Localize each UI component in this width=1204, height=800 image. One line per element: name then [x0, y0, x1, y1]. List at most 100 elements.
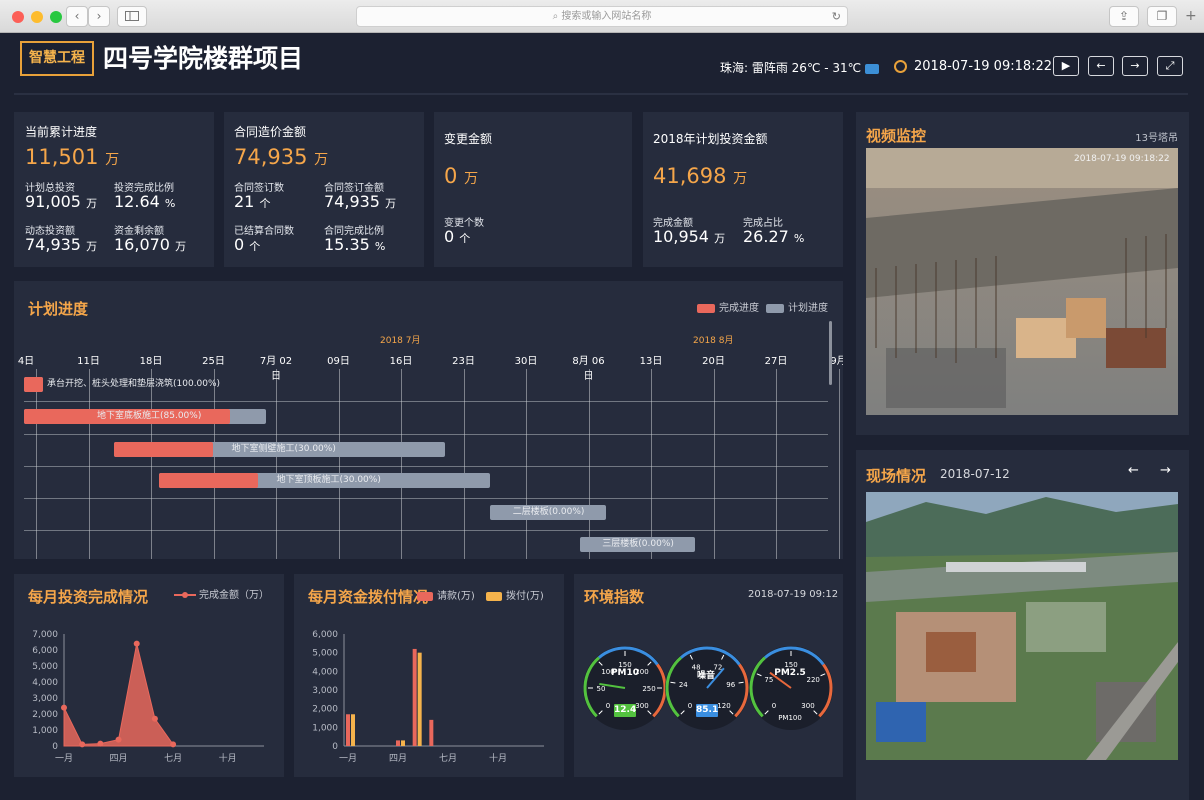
stat-value: 21 个 — [234, 192, 271, 211]
gantt-day-label: 09日 — [327, 356, 350, 367]
minimize-window-button[interactable] — [31, 11, 43, 23]
y-tick-label: 5,000 — [32, 662, 58, 672]
invest-point — [79, 741, 86, 748]
video-timestamp: 2018-07-19 09:18:22 — [1074, 154, 1170, 164]
y-tick-label: 3,000 — [312, 686, 338, 696]
gantt-done-bar[interactable] — [114, 442, 214, 457]
stat-panel-change: 变更金额 0 万 变更个数 0 个 — [434, 112, 632, 267]
stat-value: 16,070 万 — [114, 235, 187, 254]
stat-big-value: 41,698 万 — [653, 164, 748, 188]
x-tick-label: 四月 — [389, 753, 407, 764]
stat-title: 当前累计进度 — [25, 125, 98, 139]
back-button[interactable]: ‹ — [66, 6, 88, 27]
stat-panel-progress: 当前累计进度 11,501 万 计划总投资 91,005 万 投资完成比例 12… — [14, 112, 214, 267]
x-tick-label: 十月 — [489, 752, 507, 764]
fund-bar — [346, 714, 350, 746]
y-tick-label: 4,000 — [32, 678, 58, 688]
site-photo[interactable] — [866, 492, 1178, 760]
weather-text: 珠海: 雷阵雨 26℃ - 31℃ — [720, 59, 880, 76]
legend-label: 完成进度 — [719, 303, 759, 314]
play-button[interactable]: ▶ — [1053, 56, 1079, 76]
clock-icon — [894, 60, 907, 73]
x-tick-label: 七月 — [439, 753, 457, 764]
gantt-vgrid — [838, 369, 840, 559]
fund-bar — [351, 714, 355, 746]
stat-title: 2018年计划投资金额 — [653, 132, 768, 146]
stat-value: 0 个 — [234, 235, 261, 254]
stat-value: 74,935 万 — [324, 192, 397, 211]
stat-big-value: 74,935 万 — [234, 145, 329, 169]
invest-point — [97, 740, 104, 747]
stat-value: 15.35 % — [324, 235, 386, 254]
y-tick-label: 2,000 — [312, 705, 338, 715]
zoom-window-button[interactable] — [50, 11, 62, 23]
new-tab-button[interactable]: + — [1185, 8, 1197, 24]
forward-button[interactable]: › — [88, 6, 110, 27]
gauge-tick-label: 96 — [726, 681, 735, 689]
x-tick-label: 一月 — [339, 753, 357, 764]
sidebar-toggle-button[interactable] — [117, 6, 147, 27]
gantt-task-label: 承台开挖、桩头处理和垫层浇筑(100.00%) — [47, 379, 221, 389]
gauge-name-pm10: PM10 — [610, 668, 640, 678]
address-bar[interactable]: ⌕ 搜索或输入网站名称 ↻ — [356, 6, 848, 27]
legend-label: 计划进度 — [788, 303, 828, 314]
fund-bar — [401, 740, 405, 746]
stat-value: 91,005 万 — [25, 192, 98, 211]
y-tick-label: 6,000 — [32, 646, 58, 656]
gauge-tick-label: 120 — [717, 702, 730, 710]
gantt-day-label: 23日 — [452, 356, 475, 367]
construction-site-image: 2018-07-19 09:18:22 — [866, 148, 1178, 415]
gauge-name-noise: 噪音 — [696, 671, 715, 681]
site-next-button[interactable]: → — [1160, 463, 1171, 478]
gantt-panel: 计划进度 完成进度 计划进度 2018 7月 2018 8月 4日 11日 18日 2… — [14, 281, 843, 559]
stat-title: 合同造价金额 — [234, 125, 307, 139]
invest-area — [63, 643, 174, 747]
browser-toolbar: ‹ › ⌕ 搜索或输入网站名称 ↻ ⇪ ❐ + — [0, 0, 1204, 33]
tabs-button[interactable]: ❐ — [1147, 6, 1177, 27]
gauge-tick-label: 300 — [635, 702, 648, 710]
gauge-name-pm25: PM2.5 — [774, 668, 806, 678]
gantt-day-label: 18日 — [139, 356, 163, 367]
gauge-tick-label: 250 — [642, 685, 655, 693]
video-title: 视频监控 — [866, 127, 927, 145]
fund-bar — [429, 719, 434, 746]
share-button[interactable]: ⇪ — [1109, 6, 1139, 27]
video-feed[interactable]: 2018-07-19 09:18:22 — [866, 148, 1178, 415]
site-date: 2018-07-12 — [940, 467, 1010, 481]
legend-swatch-plan — [766, 303, 784, 313]
prev-button[interactable]: ← — [1088, 56, 1114, 76]
site-panel: 现场情况 2018-07-12 ← → — [856, 450, 1189, 800]
gauge-tick-label: 24 — [679, 681, 688, 689]
datetime: 2018-07-19 09:18:22 — [914, 59, 1053, 74]
close-window-button[interactable] — [12, 11, 24, 23]
page-title: 四号学院楼群项目 — [103, 44, 304, 73]
gantt-hgrid — [24, 401, 828, 402]
site-prev-button[interactable]: ← — [1128, 463, 1139, 478]
gantt-hgrid — [24, 530, 828, 531]
gantt-done-bar[interactable] — [159, 473, 259, 488]
gantt-month: 2018 7月 — [380, 336, 421, 346]
stat-value: 26.27 % — [743, 227, 805, 246]
gantt-hgrid — [24, 498, 828, 499]
invest-chart: 7,000 6,000 5,000 4,000 3,000 2,000 1,000 0一月 四月… — [32, 630, 264, 764]
aerial-site-image — [866, 492, 1178, 760]
site-title: 现场情况 — [866, 467, 927, 485]
gantt-task-label: 三层楼板(0.00%) — [602, 539, 674, 549]
gantt-day-label: 4日 — [17, 356, 35, 367]
gantt-task-label: 二层楼板(0.00%) — [512, 507, 585, 517]
next-button[interactable]: → — [1122, 56, 1148, 76]
fullscreen-button[interactable]: ⤢ — [1157, 56, 1183, 76]
rain-icon — [865, 63, 880, 74]
reload-icon[interactable]: ↻ — [832, 7, 841, 26]
y-tick-label: 1,000 — [312, 723, 338, 733]
gantt-scrollbar[interactable] — [829, 321, 832, 385]
y-tick-label: 0 — [52, 742, 58, 752]
gantt-done-bar[interactable] — [24, 377, 43, 392]
gantt-day-label: 13日 — [639, 356, 663, 367]
y-tick-label: 7,000 — [32, 630, 58, 640]
logo: 智慧工程 — [20, 41, 94, 76]
gantt-day-label: 20日 — [702, 356, 725, 367]
x-tick-label: 七月 — [164, 753, 182, 764]
invest-point — [115, 736, 122, 743]
stat-value: 10,954 万 — [653, 227, 726, 246]
